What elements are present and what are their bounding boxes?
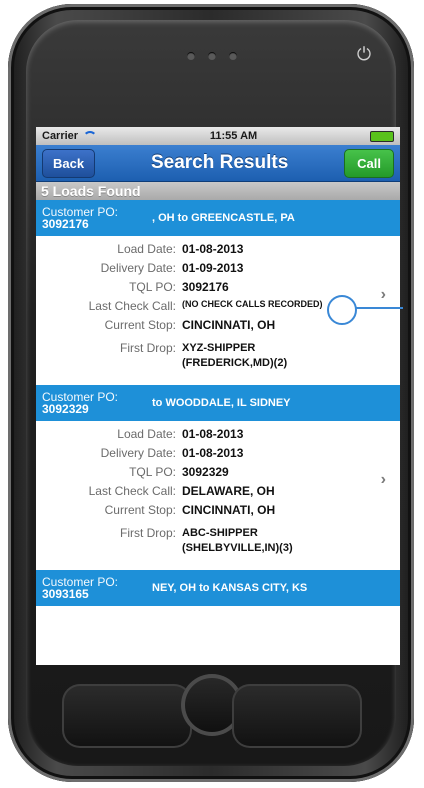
current-stop-label: Current Stop: — [104, 318, 176, 332]
route-text: NEY, OH to KANSAS CITY, KS — [152, 582, 308, 594]
first-drop-value: XYZ-SHIPPER (FREDERICK,MD)(2) — [182, 342, 288, 369]
phone-screen: Carrier 11:55 AM Back Search Results Cal… — [36, 127, 400, 665]
carrier: Carrier — [42, 130, 98, 142]
load-detail-2[interactable]: Load Date: 01-08-2013 Delivery Date: 01-08… — [36, 421, 400, 570]
load-header-3[interactable]: Customer PO: 3093165 NEY, OH to KANSAS C… — [36, 570, 400, 606]
current-stop-value: CINCINNATI, OH — [182, 503, 276, 517]
delivery-date-label: Delivery Date: — [100, 446, 176, 460]
customer-po-label: Customer PO: — [42, 390, 119, 404]
route-text: to WOODDALE, IL SIDNEY — [152, 397, 291, 409]
tql-po-label: TQL PO: — [129, 280, 176, 294]
load-date-label: Load Date: — [117, 427, 176, 441]
battery-icon — [370, 130, 394, 142]
clock: 11:55 AM — [209, 130, 258, 142]
tql-po-value: 3092176 — [182, 280, 229, 294]
first-drop-label: First Drop: — [119, 341, 176, 355]
customer-po-number: 3092176 — [42, 217, 89, 231]
right-hardware-key[interactable] — [232, 684, 362, 748]
wifi-icon — [83, 131, 98, 141]
chevron-right-icon[interactable]: › — [381, 471, 386, 489]
customer-po-label: Customer PO: — [42, 205, 119, 219]
load-date-value: 01-08-2013 — [182, 427, 244, 441]
tql-po-label: TQL PO: — [129, 465, 176, 479]
last-check-call-label: Last Check Call: — [88, 484, 176, 498]
load-date-label: Load Date: — [117, 242, 176, 256]
first-drop-label: First Drop: — [119, 526, 176, 540]
delivery-date-label: Delivery Date: — [100, 261, 176, 275]
last-check-call-label: Last Check Call: — [88, 299, 176, 313]
status-bar: Carrier 11:55 AM — [36, 127, 400, 145]
last-check-call-value: DELAWARE, OH — [182, 484, 275, 498]
first-drop-value: ABC-SHIPPER (SHELBYVILLE,IN)(3) — [182, 527, 293, 554]
call-button[interactable]: Call — [344, 148, 394, 178]
carrier-label: Carrier — [42, 130, 79, 142]
customer-po-number: 3092329 — [42, 402, 89, 416]
current-stop-value: CINCINNATI, OH — [182, 318, 276, 332]
customer-po-number: 3093165 — [42, 587, 89, 601]
current-stop-label: Current Stop: — [104, 503, 176, 517]
load-header-2[interactable]: Customer PO: 3092329 to WOODDALE, IL SID… — [36, 385, 400, 421]
delivery-date-value: 01-08-2013 — [182, 446, 244, 460]
loads-found-header: 5 Loads Found — [36, 182, 400, 200]
speaker-dots — [187, 52, 237, 60]
left-hardware-key[interactable] — [62, 684, 192, 748]
page-title: Search Results — [150, 152, 289, 173]
load-date-value: 01-08-2013 — [182, 242, 244, 256]
power-icon[interactable]: ⏻ — [352, 42, 376, 66]
load-header-1[interactable]: Customer PO: 3092176 , OH to GREENCASTLE… — [36, 200, 400, 236]
back-button[interactable]: Back — [42, 148, 96, 178]
nav-bar: Back Search Results Call — [36, 145, 400, 182]
delivery-date-value: 01-09-2013 — [182, 261, 244, 275]
callout-line — [355, 307, 403, 309]
last-check-call-value: (NO CHECK CALLS RECORDED) — [182, 299, 323, 309]
callout-circle — [327, 295, 357, 325]
route-text: , OH to GREENCASTLE, PA — [152, 212, 295, 224]
chevron-right-icon[interactable]: › — [381, 286, 386, 304]
customer-po-label: Customer PO: — [42, 575, 119, 589]
tql-po-value: 3092329 — [182, 465, 229, 479]
